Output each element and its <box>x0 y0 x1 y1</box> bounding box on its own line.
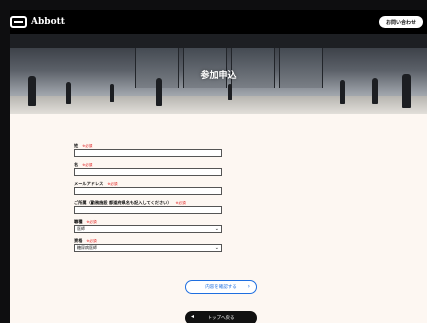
abbott-logo-icon <box>10 16 27 28</box>
hero-person <box>372 78 378 104</box>
chevron-right-icon: › <box>247 283 250 290</box>
hero-ceiling <box>10 34 427 48</box>
hero-banner: 参加申込 <box>10 34 427 114</box>
hero-person <box>66 82 71 104</box>
back-to-top-button[interactable]: ◂ トップへ戻る <box>185 311 257 323</box>
required-mark: ※必須 <box>82 163 93 167</box>
hero-person <box>340 80 345 104</box>
page-title: 参加申込 <box>200 71 237 81</box>
hero-person <box>156 78 162 106</box>
first-name-input[interactable] <box>74 168 222 176</box>
confirm-button[interactable]: 内容を確認する › <box>185 280 257 294</box>
required-mark: ※必須 <box>86 239 97 243</box>
required-mark: ※必須 <box>82 144 93 148</box>
registration-form: 姓 ※必須 名 ※必須 メールアドレス ※必須 ご所属（勤務施設 都道府県名も記入して… <box>74 143 224 252</box>
last-name-input[interactable] <box>74 149 222 157</box>
chevron-down-icon: ⌄ <box>214 225 219 232</box>
confirm-button-label: 内容を確認する <box>205 285 237 290</box>
hero-person <box>228 84 232 100</box>
brand-name: Abbott <box>31 17 65 27</box>
affiliation-input[interactable] <box>74 206 222 214</box>
specialty-selected: 糖尿病医師 <box>77 245 97 250</box>
email-input[interactable] <box>74 187 222 195</box>
required-mark: ※必須 <box>175 201 186 205</box>
triangle-left-icon: ◂ <box>191 313 195 320</box>
hero-person <box>110 84 114 102</box>
specialty-select[interactable]: 糖尿病医師 ⌄ <box>74 244 222 252</box>
back-to-top-label: トップへ戻る <box>207 316 235 321</box>
occupation-selected: 医師 <box>77 226 85 231</box>
chevron-down-icon: ⌄ <box>214 244 219 251</box>
hero-floor <box>10 96 427 114</box>
required-mark: ※必須 <box>107 182 118 186</box>
page: Abbott お問い合わせ 参加申込 姓 ※必須 名 ※必須 メールアドレス ※必須 <box>10 10 427 323</box>
site-header: Abbott お問い合わせ <box>10 10 427 34</box>
required-mark: ※必須 <box>86 220 97 224</box>
contact-button[interactable]: お問い合わせ <box>379 16 423 28</box>
brand-logo[interactable]: Abbott <box>10 15 65 29</box>
occupation-select[interactable]: 医師 ⌄ <box>74 225 222 233</box>
